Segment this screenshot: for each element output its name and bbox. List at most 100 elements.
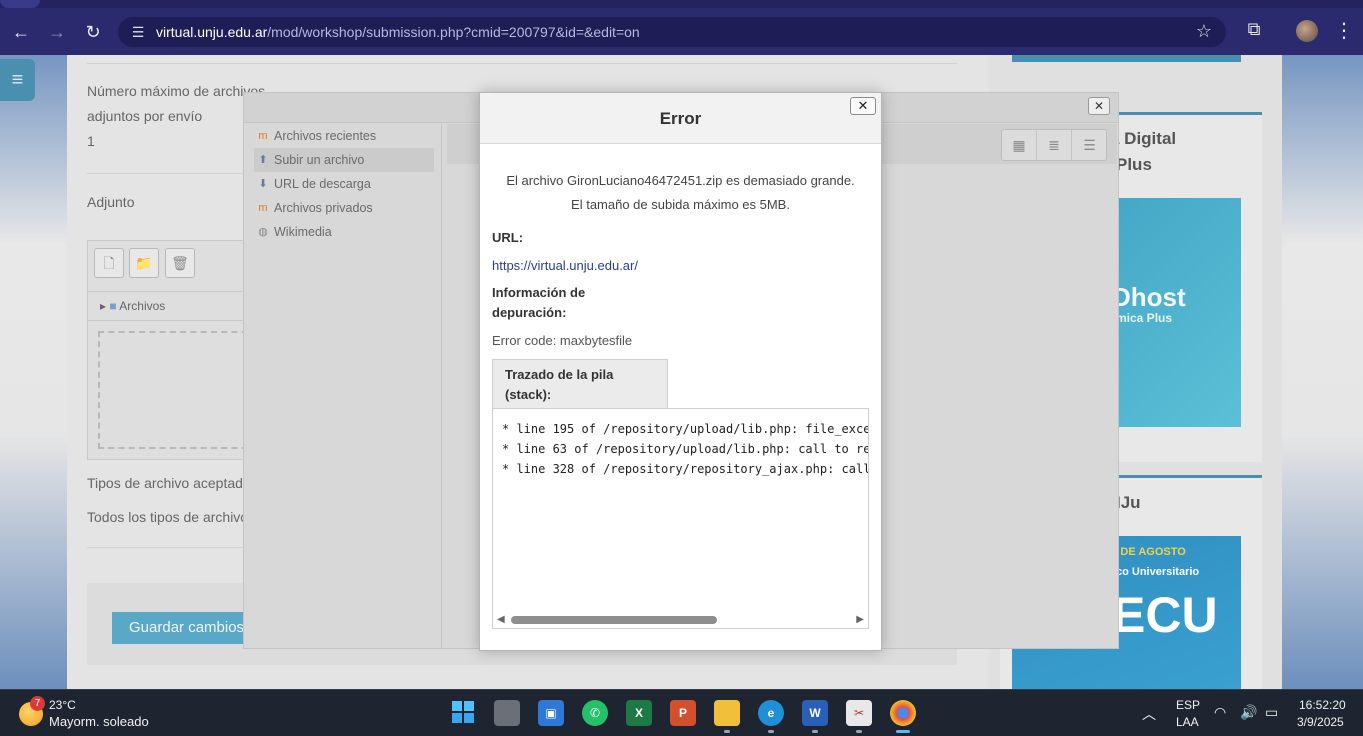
repo-item-label: Wikimedia	[274, 225, 332, 239]
tab-strip	[0, 0, 1363, 8]
stack-line: * line 328 of /repository/repository_aja…	[502, 462, 869, 476]
add-file-icon[interactable]: 🗋	[94, 248, 124, 278]
file-picker-close-icon[interactable]: ✕	[1088, 97, 1110, 115]
sidebar-banner-bottom	[1012, 55, 1241, 62]
file-explorer-icon[interactable]	[714, 700, 740, 726]
error-dialog-header: Error ✕	[480, 93, 881, 144]
reload-icon[interactable]: ↻	[80, 19, 106, 45]
repo-item-label: Subir un archivo	[274, 153, 365, 167]
task-view-icon[interactable]	[494, 700, 520, 726]
sidebar-card-title: a Digital	[1110, 129, 1177, 148]
view-icons-icon[interactable]: ▦	[1002, 130, 1037, 160]
file-manager: 🗋 📁 🗑 ▸ ■ Archivos	[87, 240, 258, 460]
windows-logo-icon	[452, 701, 474, 723]
menu-kebab-icon[interactable]: ⋮	[1334, 18, 1354, 44]
browser-tab[interactable]	[0, 0, 40, 8]
back-icon[interactable]: ←	[8, 19, 34, 45]
snipping-tool-icon[interactable]: ✂	[846, 700, 872, 726]
forward-icon[interactable]: →	[44, 19, 70, 45]
browser-toolbar: ← → ↻ ☰ virtual.unju.edu.ar/mod/workshop…	[0, 0, 1363, 55]
repo-item-label: URL de descarga	[274, 177, 371, 191]
site-settings-icon[interactable]: ☰	[128, 22, 148, 42]
weather-temperature[interactable]: 23°C	[49, 698, 76, 712]
weather-description[interactable]: Mayorm. soleado	[49, 714, 149, 729]
running-indicator	[768, 730, 774, 733]
save-changes-button[interactable]: Guardar cambios	[112, 612, 262, 644]
scrollbar-thumb[interactable]	[511, 616, 717, 624]
powerpoint-icon[interactable]: P	[670, 700, 696, 726]
chevron-up-icon[interactable]: ︿	[1142, 704, 1156, 724]
accepted-types-label: Tipos de archivo aceptados	[87, 475, 258, 491]
close-icon[interactable]: ✕	[850, 97, 876, 115]
drawer-toggle-icon[interactable]: ≡	[0, 59, 35, 101]
folder-icon: ■	[109, 299, 117, 313]
profile-avatar[interactable]	[1296, 20, 1318, 42]
ad-big-text: ECU	[1112, 587, 1218, 643]
view-switcher: ▦ ≣ ☰	[1001, 129, 1107, 161]
horizontal-scrollbar[interactable]: ◀ ▶	[493, 612, 868, 628]
repo-item-url[interactable]: ⬇ URL de descarga	[254, 172, 434, 196]
running-indicator	[724, 730, 730, 733]
error-code: Error code: maxbytesfile	[492, 333, 633, 348]
store-icon[interactable]: ▣	[538, 700, 564, 726]
debug-label-2: depuración:	[492, 305, 567, 320]
language-indicator[interactable]: ESP	[1176, 698, 1200, 712]
error-message-2: El tamaño de subida máximo es 5MB.	[571, 197, 790, 212]
stack-line: * line 195 of /repository/upload/lib.php…	[502, 422, 869, 436]
running-indicator	[812, 730, 818, 733]
excel-icon[interactable]: X	[626, 700, 652, 726]
whatsapp-icon[interactable]: ✆	[582, 700, 608, 726]
repository-list: m Archivos recientes ⬆ Subir un archivo …	[244, 124, 442, 649]
windows-start-icon[interactable]	[450, 700, 476, 726]
file-drop-area[interactable]	[98, 331, 258, 449]
ad-subtitle: mica Plus	[1116, 311, 1173, 325]
expand-arrow-icon[interactable]: ▸	[100, 299, 106, 313]
extensions-icon[interactable]: ⧉	[1242, 19, 1266, 43]
moodle-icon: m	[258, 130, 268, 142]
folder-path[interactable]: ▸ ■ Archivos	[88, 291, 258, 321]
error-message: El archivo GironLuciano46472451.zip es d…	[506, 173, 855, 188]
language-indicator-2[interactable]: LAA	[1176, 715, 1199, 729]
repo-item-wikimedia[interactable]: ◍ Wikimedia	[254, 220, 434, 244]
ad-line-2: co Universitario	[1116, 566, 1200, 578]
ad-title: Dhost	[1112, 282, 1186, 312]
scroll-right-icon[interactable]: ▶	[856, 614, 864, 625]
wifi-icon[interactable]: ◠	[1214, 704, 1226, 721]
volume-icon[interactable]: 🔊	[1240, 704, 1257, 721]
url-label: URL:	[492, 230, 524, 245]
debug-label: Información de	[492, 285, 586, 300]
upload-icon: ⬆	[258, 154, 268, 166]
repo-item-label: Archivos recientes	[274, 129, 377, 143]
address-bar[interactable]: ☰ virtual.unju.edu.ar/mod/workshop/submi…	[118, 17, 1226, 47]
stack-line: * line 63 of /repository/upload/lib.php:…	[502, 442, 869, 456]
stack-trace-box[interactable]: * line 195 of /repository/upload/lib.php…	[492, 408, 869, 629]
url-icon: ⬇	[258, 178, 268, 190]
ad-line-1: S DE AGOSTO	[1110, 546, 1186, 558]
divider	[87, 63, 957, 64]
view-list-icon[interactable]: ≣	[1037, 130, 1072, 160]
chrome-icon[interactable]	[890, 700, 916, 726]
sidebar-card-title-2: Plus	[1116, 155, 1152, 174]
folder-name[interactable]: Archivos	[119, 299, 165, 313]
scroll-left-icon[interactable]: ◀	[497, 614, 505, 625]
error-dialog: Error ✕ El archivo GironLuciano46472451.…	[479, 92, 882, 651]
create-folder-icon[interactable]: 📁	[129, 248, 159, 278]
error-url-link[interactable]: https://virtual.unju.edu.ar/	[492, 258, 638, 273]
url-text[interactable]: virtual.unju.edu.ar/mod/workshop/submiss…	[156, 24, 640, 40]
clock-time[interactable]: 16:52:20	[1299, 698, 1346, 712]
edge-icon[interactable]: e	[758, 700, 784, 726]
wikimedia-icon: ◍	[258, 226, 268, 238]
delete-icon[interactable]: 🗑	[165, 248, 195, 278]
repo-item-recent[interactable]: m Archivos recientes	[254, 124, 434, 148]
repo-item-upload[interactable]: ⬆ Subir un archivo	[254, 148, 434, 172]
view-tree-icon[interactable]: ☰	[1072, 130, 1107, 160]
bookmark-star-icon[interactable]: ☆	[1196, 21, 1212, 42]
word-icon[interactable]: W	[802, 700, 828, 726]
weather-badge: 7	[30, 696, 45, 711]
stack-trace-label: Trazado de la pila (stack):	[492, 359, 668, 409]
battery-icon[interactable]: ▭	[1265, 704, 1278, 721]
repo-item-private[interactable]: m Archivos privados	[254, 196, 434, 220]
clock-date[interactable]: 3/9/2025	[1297, 715, 1344, 729]
repo-item-label: Archivos privados	[274, 201, 373, 215]
moodle-icon: m	[258, 202, 268, 214]
